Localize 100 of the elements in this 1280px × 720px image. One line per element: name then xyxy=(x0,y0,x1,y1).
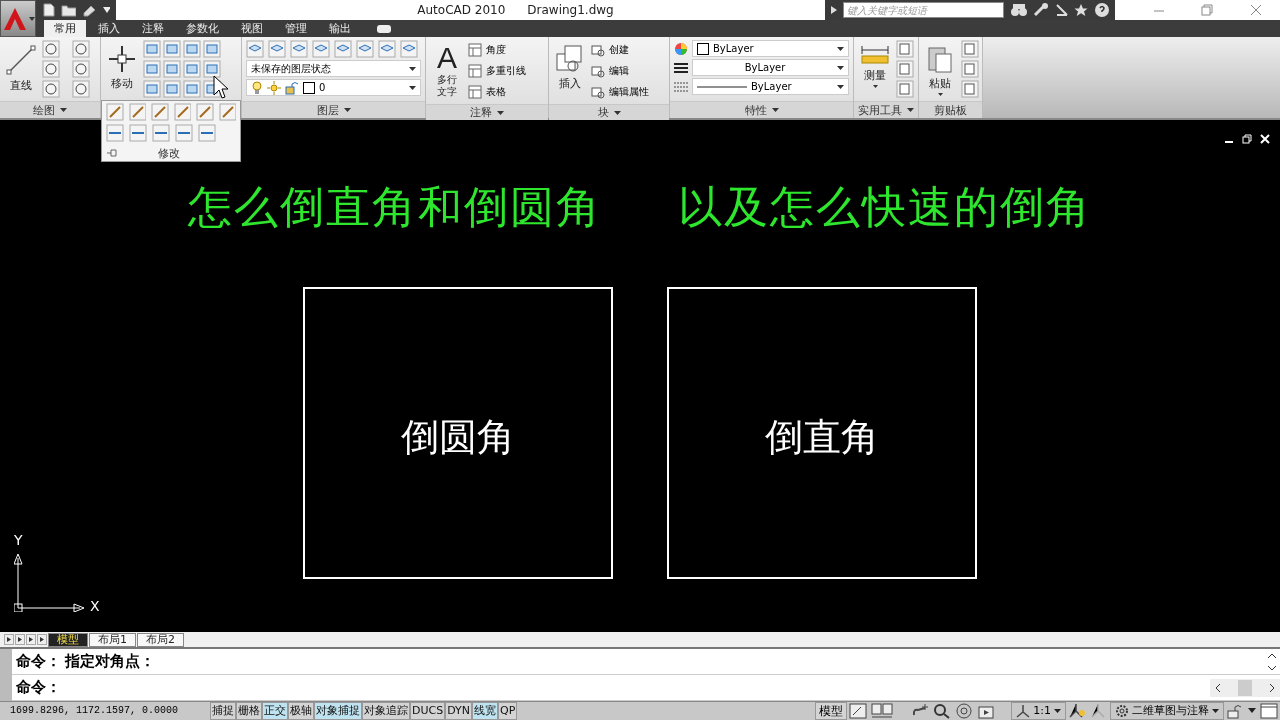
drawing-tool-icon[interactable] xyxy=(42,40,60,58)
caret-icon[interactable] xyxy=(771,108,779,112)
drafting-toggle[interactable]: 对象追踪 xyxy=(362,702,410,720)
ribbon-tab[interactable]: 常用 xyxy=(44,20,86,37)
drafting-toggle[interactable]: DYN xyxy=(445,702,472,720)
close-icon[interactable] xyxy=(1260,134,1270,144)
tool-icon[interactable] xyxy=(896,40,914,58)
help-icon[interactable] xyxy=(1093,2,1109,18)
panel-title[interactable]: 图层 xyxy=(316,102,339,118)
drafting-toggle[interactable]: 栅格 xyxy=(236,702,262,720)
insert-block-button[interactable]: 插入 xyxy=(553,40,587,91)
panel-title[interactable]: 特性 xyxy=(744,102,767,118)
drawing-tool-icon[interactable] xyxy=(72,80,90,98)
ribbon-tab[interactable]: 注释 xyxy=(132,20,174,37)
layer-tool-icon[interactable] xyxy=(356,40,374,58)
new-file-icon[interactable] xyxy=(42,3,55,17)
layer-tool-icon[interactable] xyxy=(246,40,264,58)
caret-icon[interactable] xyxy=(1248,708,1256,714)
caret-icon[interactable] xyxy=(497,110,504,115)
annotation-tool-button[interactable]: 表格 xyxy=(468,82,544,101)
caret-icon[interactable] xyxy=(343,108,351,112)
binoculars-icon[interactable] xyxy=(1010,3,1028,17)
layer-tool-icon[interactable] xyxy=(312,40,330,58)
drawing-tool-icon[interactable] xyxy=(42,80,60,98)
block-tool-button[interactable]: 编辑 xyxy=(591,61,665,80)
measure-button[interactable]: 测量 xyxy=(858,40,892,88)
folder-icon[interactable] xyxy=(60,3,76,17)
workspace-switcher[interactable]: 二维草图与注释 xyxy=(1110,702,1224,720)
ribbon-tab[interactable]: 管理 xyxy=(275,20,317,37)
block-tool-button[interactable]: 创建 xyxy=(591,40,665,59)
drawing-tool-icon[interactable] xyxy=(42,60,60,78)
annotation-tool-button[interactable]: 多重引线 xyxy=(468,61,544,80)
layer-tool-icon[interactable] xyxy=(334,40,352,58)
drawing-tool-icon[interactable] xyxy=(72,40,90,58)
caret-icon[interactable] xyxy=(613,110,621,115)
linetype-dropdown[interactable]: ByLayer xyxy=(692,78,849,95)
restore-icon[interactable] xyxy=(1242,134,1252,144)
model-space-button[interactable]: 模型 xyxy=(815,702,848,720)
scrollbar-thumb[interactable] xyxy=(1238,679,1252,696)
caret-icon[interactable] xyxy=(907,108,914,112)
layer-tool-icon[interactable] xyxy=(378,40,396,58)
block-tool-button[interactable]: 编辑属性 xyxy=(591,82,665,101)
panel-title[interactable]: 注释 xyxy=(470,105,492,120)
expand-icon[interactable] xyxy=(831,6,837,14)
layer-tool-icon[interactable] xyxy=(400,40,418,58)
split-view-icon[interactable] xyxy=(871,703,894,719)
move-tool-button[interactable]: 移动 xyxy=(105,40,139,91)
layer-state-dropdown[interactable]: 未保存的图层状态 xyxy=(246,60,421,77)
multiline-text-button[interactable]: A 多行 文字 xyxy=(430,40,464,98)
layer-dropdown[interactable]: 0 xyxy=(246,79,421,96)
padlock-icon[interactable] xyxy=(1226,703,1244,719)
caret-icon[interactable] xyxy=(60,108,67,112)
minimize-ribbon-icon[interactable] xyxy=(377,24,391,33)
tab-navigation-icon[interactable] xyxy=(15,634,25,646)
wrench-icon[interactable] xyxy=(1033,3,1049,17)
ribbon-tab[interactable]: 视图 xyxy=(231,20,273,37)
clean-screen-icon[interactable] xyxy=(1260,703,1278,719)
layer-tool-icon[interactable] xyxy=(290,40,308,58)
lineweight-dropdown[interactable]: ByLayer xyxy=(692,59,849,76)
tab-navigation-icon[interactable] xyxy=(26,634,36,646)
star-icon[interactable] xyxy=(1074,3,1088,17)
drafting-toggle[interactable]: 极轴 xyxy=(288,702,314,720)
drafting-toggle[interactable]: 线宽 xyxy=(472,702,498,720)
drawing-tool-icon[interactable] xyxy=(72,60,90,78)
layer-tool-icon[interactable] xyxy=(268,40,286,58)
tool-icon[interactable] xyxy=(896,80,914,98)
showmotion-icon[interactable] xyxy=(977,703,996,719)
horizontal-scrollbar[interactable] xyxy=(1210,678,1280,697)
tool-icon[interactable] xyxy=(961,80,979,98)
drafting-toggle[interactable]: 对象捕捉 xyxy=(314,702,362,720)
tool-icon[interactable] xyxy=(961,60,979,78)
layout-tab[interactable]: 布局1 xyxy=(89,632,136,647)
panel-title[interactable]: 块 xyxy=(597,105,609,120)
zoom-icon[interactable] xyxy=(933,703,952,719)
drafting-toggle[interactable]: DUCS xyxy=(410,702,446,720)
drafting-toggle[interactable]: 捕捉 xyxy=(210,702,236,720)
annotation-tool-button[interactable]: 角度 xyxy=(468,40,544,59)
paste-button[interactable]: 粘贴 xyxy=(923,40,957,96)
layout-view-icon[interactable] xyxy=(849,703,868,719)
pin-icon[interactable] xyxy=(106,148,118,158)
annotation-visibility-icon[interactable] xyxy=(1068,703,1086,719)
tab-navigation-icon[interactable] xyxy=(4,634,14,646)
color-dropdown[interactable]: ByLayer xyxy=(692,40,849,57)
ribbon-tab[interactable]: 输出 xyxy=(319,20,361,37)
layout-tab[interactable]: 模型 xyxy=(48,632,88,647)
tool-icon[interactable] xyxy=(961,40,979,58)
drafting-toggle[interactable]: 正交 xyxy=(262,702,288,720)
drafting-toggle[interactable]: QP xyxy=(498,702,518,720)
tab-navigation-icon[interactable] xyxy=(37,634,47,646)
caret-icon[interactable] xyxy=(102,7,110,13)
ribbon-tab[interactable]: 参数化 xyxy=(176,20,229,37)
line-tool-button[interactable]: 直线 xyxy=(4,40,38,93)
application-menu-button[interactable] xyxy=(0,0,36,37)
tool-icon[interactable] xyxy=(896,60,914,78)
layout-tab[interactable]: 布局2 xyxy=(137,632,184,647)
annotation-scale-dropdown[interactable]: 1:1 xyxy=(1011,702,1066,720)
command-window-grip[interactable] xyxy=(0,649,12,701)
search-field[interactable]: 键入关键字或短语 xyxy=(842,2,1005,18)
ribbon-tab[interactable]: 插入 xyxy=(88,20,130,37)
coordinates-readout: 1699.8296, 1172.1597, 0.0000 xyxy=(9,704,180,719)
